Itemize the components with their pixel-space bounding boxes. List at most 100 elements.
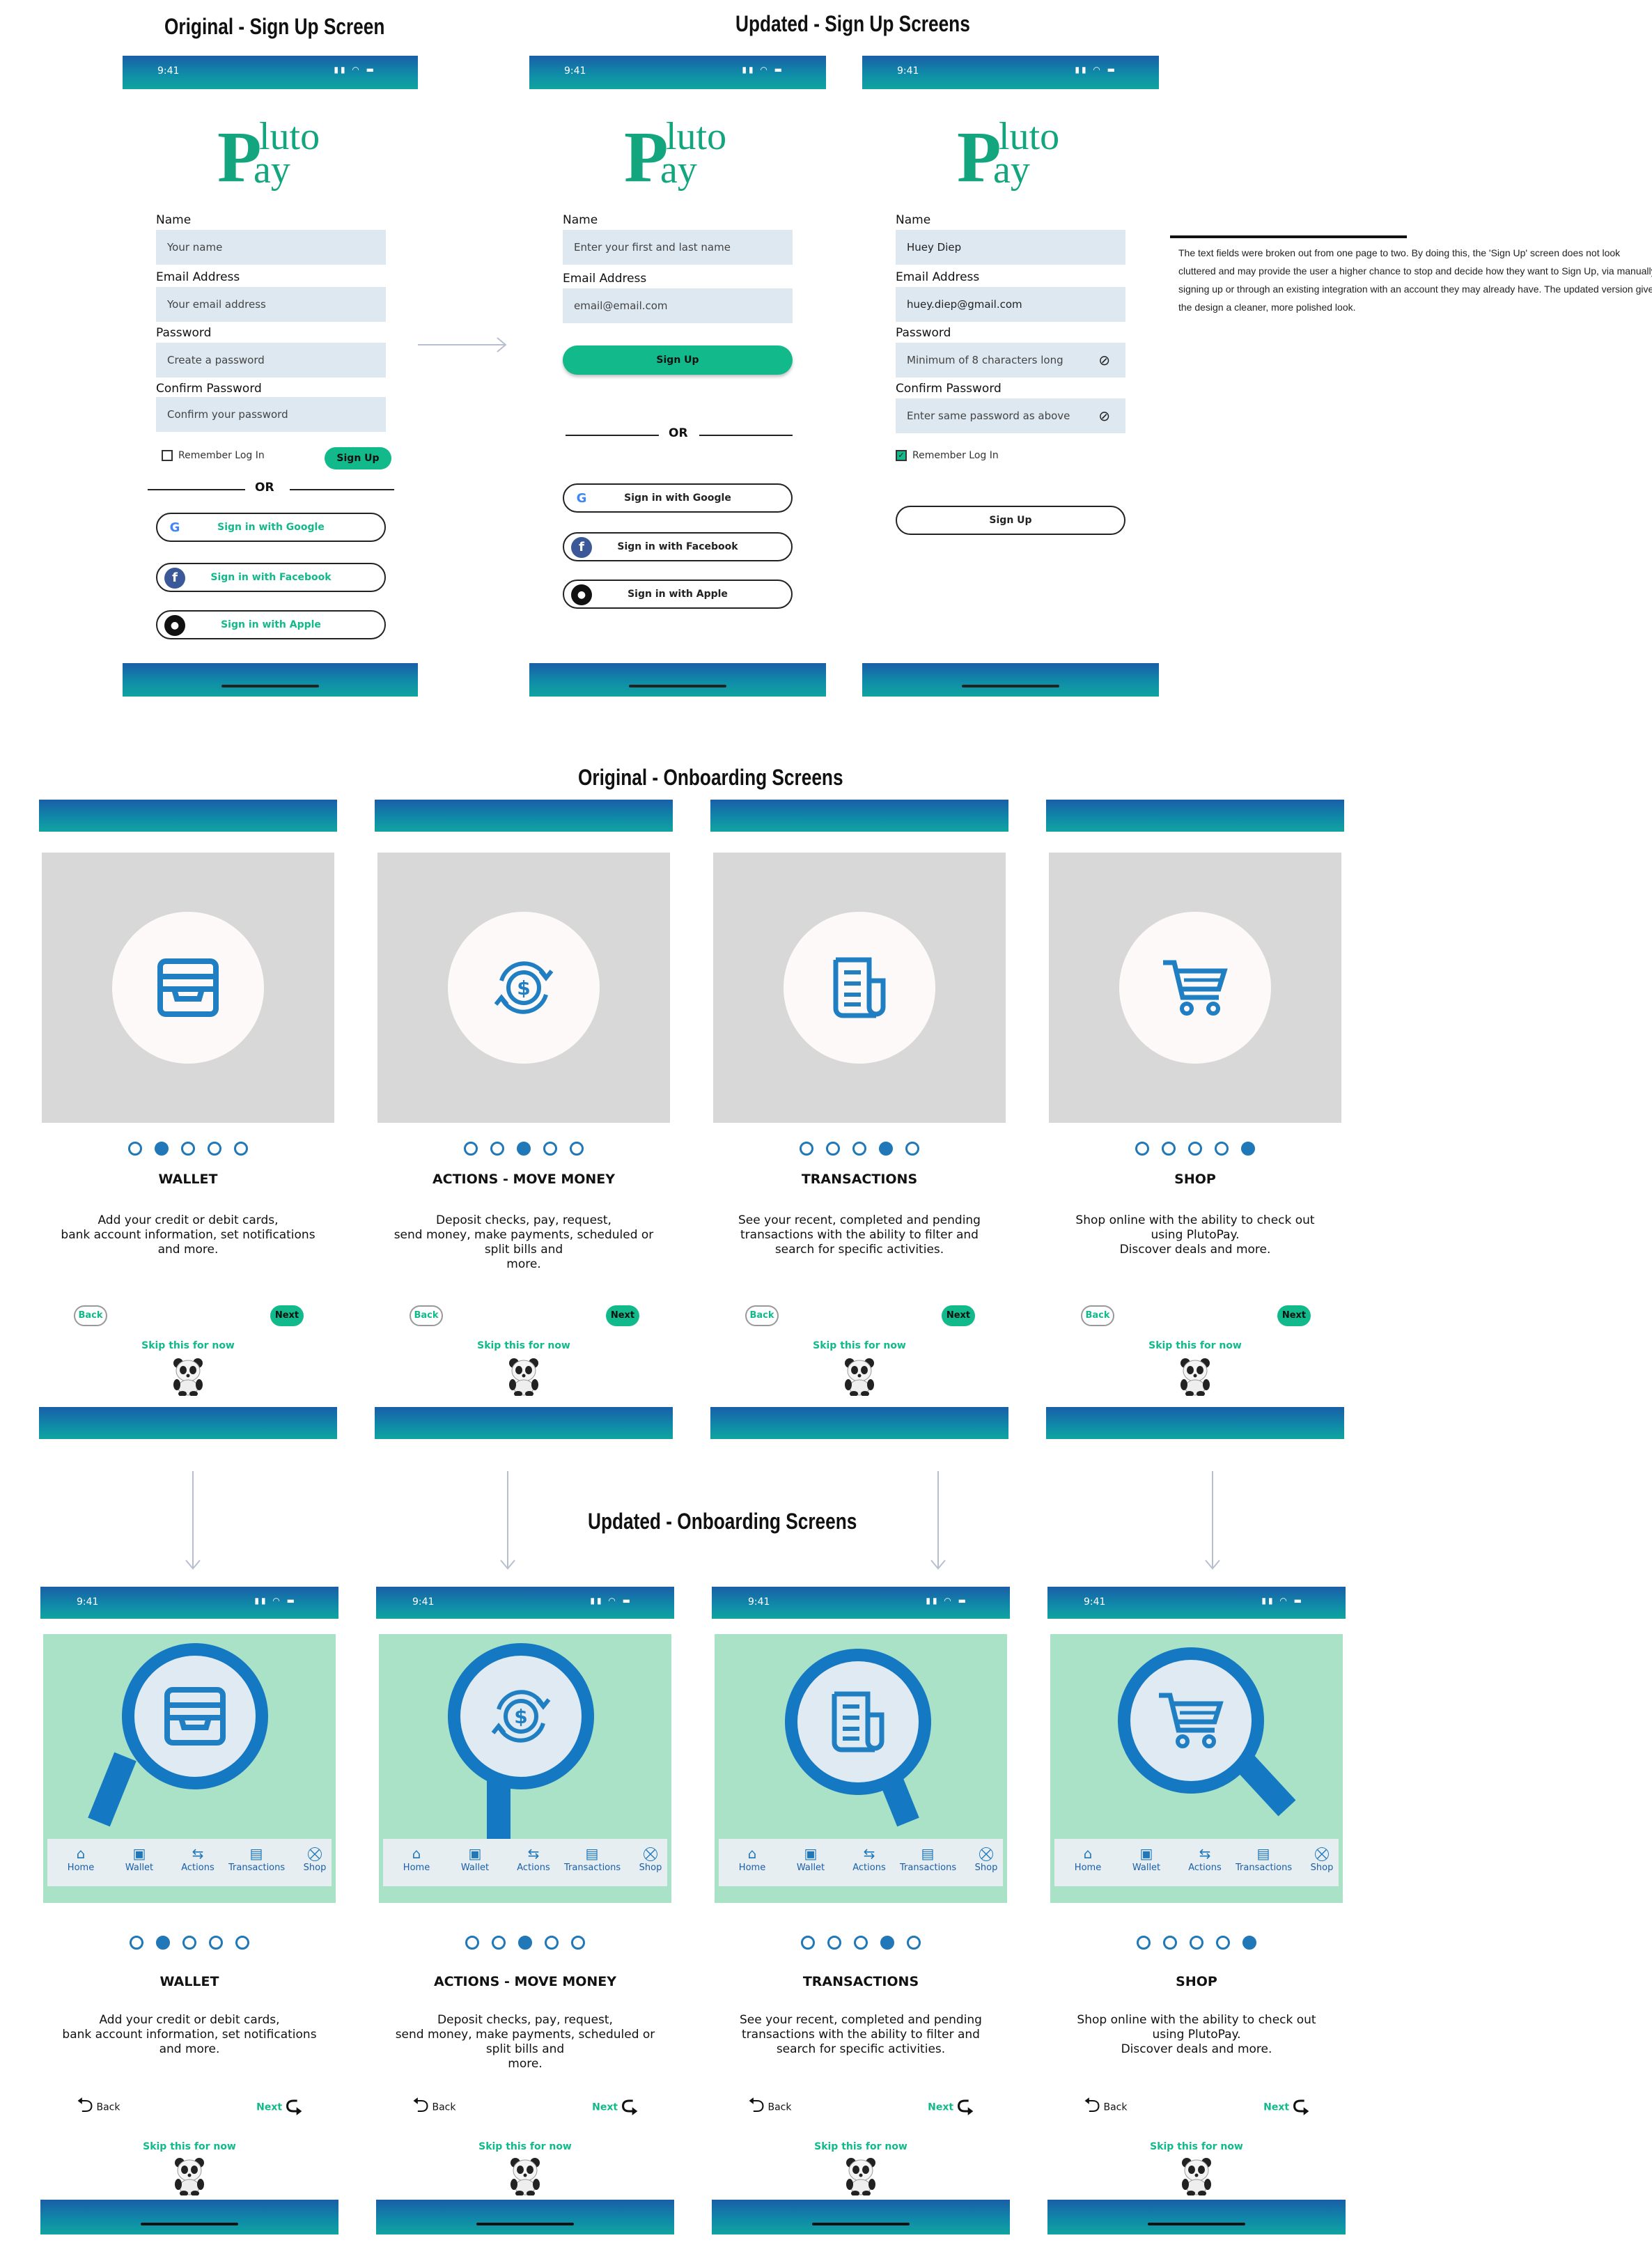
page-dot[interactable] xyxy=(235,1935,249,1950)
page-dot[interactable] xyxy=(1241,1141,1255,1156)
page-dot[interactable] xyxy=(1162,1141,1176,1156)
tab-wallet[interactable]: ▣ Wallet xyxy=(447,1844,503,1873)
next-button[interactable]: Next ⮎ xyxy=(928,2090,974,2125)
page-dot[interactable] xyxy=(234,1141,248,1156)
page-dot[interactable] xyxy=(182,1935,196,1950)
page-dot[interactable] xyxy=(1188,1141,1202,1156)
confirm-password-input[interactable]: Confirm your password xyxy=(156,397,386,432)
apple-signin-button[interactable]: ● Sign in with Apple xyxy=(156,610,386,639)
password-input[interactable]: Create a password xyxy=(156,343,386,378)
tab-shop[interactable]: ⛒ Shop xyxy=(958,1844,1014,1873)
tab-home[interactable]: ⌂ Home xyxy=(389,1844,444,1873)
skip-link[interactable]: Skip this for now xyxy=(376,2141,674,2152)
back-button[interactable]: Back xyxy=(74,1305,107,1326)
page-dot[interactable] xyxy=(130,1935,143,1950)
tab-actions[interactable]: ⇆ Actions xyxy=(1177,1844,1233,1873)
next-button[interactable]: Next xyxy=(942,1305,975,1326)
page-dot[interactable] xyxy=(490,1141,504,1156)
next-button[interactable]: Next ⮎ xyxy=(256,2090,302,2125)
page-dot[interactable] xyxy=(879,1141,893,1156)
page-dot[interactable] xyxy=(571,1935,585,1950)
signup-button[interactable]: Sign Up xyxy=(325,447,391,469)
tab-wallet[interactable]: ▣ Wallet xyxy=(1119,1844,1174,1873)
page-dot[interactable] xyxy=(800,1141,813,1156)
tab-transactions[interactable]: ▤ Transactions xyxy=(900,1844,956,1873)
page-dot[interactable] xyxy=(570,1141,584,1156)
apple-signin-button[interactable]: ● Sign in with Apple xyxy=(563,580,793,609)
password-input[interactable]: Minimum of 8 characters long ⊘ xyxy=(896,343,1125,378)
page-dot[interactable] xyxy=(827,1935,841,1950)
skip-link[interactable]: Skip this for now xyxy=(710,1340,1008,1351)
name-input[interactable]: Huey Diep xyxy=(896,230,1125,265)
page-dot[interactable] xyxy=(543,1141,557,1156)
tab-actions[interactable]: ⇆ Actions xyxy=(170,1844,226,1873)
page-dot[interactable] xyxy=(905,1141,919,1156)
tab-home[interactable]: ⌂ Home xyxy=(1060,1844,1116,1873)
skip-link[interactable]: Skip this for now xyxy=(40,2141,338,2152)
page-dot[interactable] xyxy=(128,1141,142,1156)
tab-transactions[interactable]: ▤ Transactions xyxy=(1236,1844,1292,1873)
page-dot[interactable] xyxy=(854,1935,868,1950)
page-dot[interactable] xyxy=(826,1141,840,1156)
name-input[interactable]: Your name xyxy=(156,230,386,265)
skip-link[interactable]: Skip this for now xyxy=(39,1340,337,1351)
back-button[interactable]: ⮌ Back xyxy=(77,2090,120,2125)
page-dot[interactable] xyxy=(880,1935,894,1950)
page-dot[interactable] xyxy=(208,1141,221,1156)
page-dot[interactable] xyxy=(156,1935,170,1950)
page-dot[interactable] xyxy=(1163,1935,1177,1950)
page-dot[interactable] xyxy=(465,1935,479,1950)
tab-home[interactable]: ⌂ Home xyxy=(53,1844,109,1873)
skip-link[interactable]: Skip this for now xyxy=(1046,1340,1344,1351)
next-button[interactable]: Next xyxy=(270,1305,304,1326)
page-dot[interactable] xyxy=(1215,1141,1229,1156)
tab-shop[interactable]: ⛒ Shop xyxy=(287,1844,343,1873)
eye-hidden-icon[interactable]: ⊘ xyxy=(1098,343,1110,378)
tab-wallet[interactable]: ▣ Wallet xyxy=(111,1844,167,1873)
google-signin-button[interactable]: G Sign in with Google xyxy=(563,483,793,513)
tab-actions[interactable]: ⇆ Actions xyxy=(841,1844,897,1873)
page-dot[interactable] xyxy=(181,1141,195,1156)
skip-link[interactable]: Skip this for now xyxy=(375,1340,673,1351)
next-button[interactable]: Next xyxy=(1277,1305,1311,1326)
back-button[interactable]: ⮌ Back xyxy=(748,2090,791,2125)
page-dot[interactable] xyxy=(801,1935,815,1950)
tab-transactions[interactable]: ▤ Transactions xyxy=(564,1844,621,1873)
back-button[interactable]: Back xyxy=(1081,1305,1114,1326)
next-button[interactable]: Next xyxy=(606,1305,639,1326)
tab-shop[interactable]: ⛒ Shop xyxy=(623,1844,678,1873)
tab-actions[interactable]: ⇆ Actions xyxy=(506,1844,561,1873)
signup-button[interactable]: Sign Up xyxy=(896,506,1125,535)
page-dot[interactable] xyxy=(492,1935,506,1950)
page-dot[interactable] xyxy=(464,1141,478,1156)
remember-login-checkbox[interactable]: Remember Log In xyxy=(162,450,265,461)
tab-home[interactable]: ⌂ Home xyxy=(724,1844,780,1873)
page-dot[interactable] xyxy=(1216,1935,1230,1950)
skip-link[interactable]: Skip this for now xyxy=(712,2141,1010,2152)
page-dot[interactable] xyxy=(1242,1935,1256,1950)
page-dot[interactable] xyxy=(907,1935,921,1950)
signup-button[interactable]: Sign Up xyxy=(563,345,793,375)
facebook-signin-button[interactable]: f Sign in with Facebook xyxy=(156,563,386,592)
back-button[interactable]: Back xyxy=(410,1305,443,1326)
next-button[interactable]: Next ⮎ xyxy=(592,2090,638,2125)
tab-transactions[interactable]: ▤ Transactions xyxy=(228,1844,285,1873)
back-button[interactable]: ⮌ Back xyxy=(412,2090,455,2125)
page-dot[interactable] xyxy=(545,1935,559,1950)
page-dot[interactable] xyxy=(155,1141,169,1156)
remember-login-checkbox[interactable]: ✓ Remember Log In xyxy=(896,450,999,461)
confirm-password-input[interactable]: Enter same password as above ⊘ xyxy=(896,398,1125,433)
next-button[interactable]: Next ⮎ xyxy=(1263,2090,1309,2125)
back-button[interactable]: Back xyxy=(745,1305,779,1326)
tab-wallet[interactable]: ▣ Wallet xyxy=(783,1844,839,1873)
back-button[interactable]: ⮌ Back xyxy=(1084,2090,1127,2125)
tab-shop[interactable]: ⛒ Shop xyxy=(1294,1844,1350,1873)
facebook-signin-button[interactable]: f Sign in with Facebook xyxy=(563,532,793,561)
page-dot[interactable] xyxy=(518,1935,532,1950)
page-dot[interactable] xyxy=(852,1141,866,1156)
name-input[interactable]: Enter your first and last name xyxy=(563,230,793,265)
skip-link[interactable]: Skip this for now xyxy=(1047,2141,1346,2152)
email-input[interactable]: huey.diep@gmail.com xyxy=(896,287,1125,322)
page-dot[interactable] xyxy=(1135,1141,1149,1156)
page-dot[interactable] xyxy=(209,1935,223,1950)
